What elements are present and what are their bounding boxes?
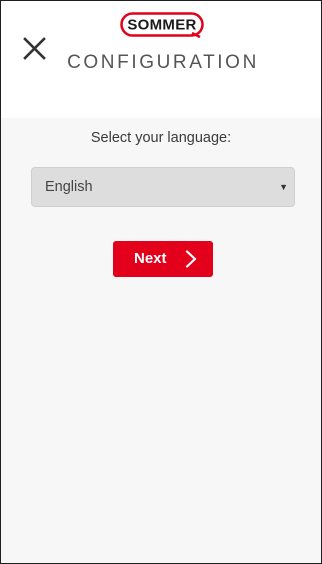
next-button[interactable]: Next [113,241,213,277]
language-select[interactable]: English ▼ [31,167,295,207]
app-screen: SOMMER CONFIGURATION Select your languag… [0,0,322,564]
language-prompt: Select your language: [90,130,232,146]
caret-down-icon: ▼ [279,182,288,192]
sommer-logo: SOMMER [120,12,204,38]
logo-text: SOMMER [127,17,196,34]
app-header: SOMMER CONFIGURATION [1,1,321,118]
language-select-value: English [45,179,93,195]
chevron-right-icon [185,250,197,268]
next-button-label: Next [134,250,167,267]
page-title: CONFIGURATION [67,52,259,73]
